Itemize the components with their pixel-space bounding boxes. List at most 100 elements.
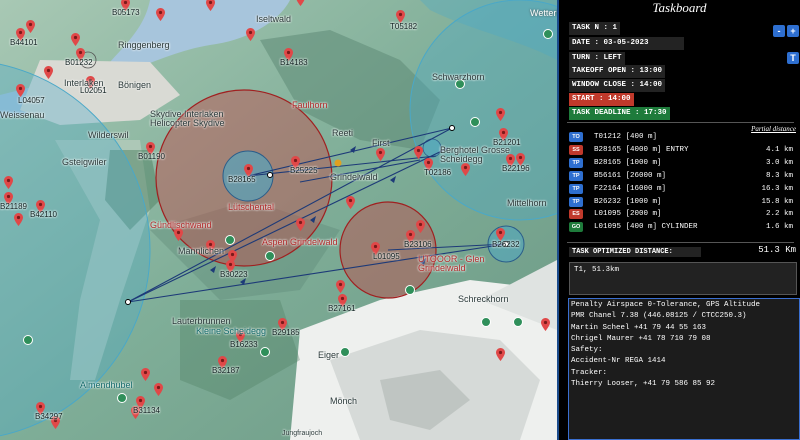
turnpoint-row: TO T01212 [400 m]: [569, 131, 797, 143]
zoom-in-button[interactable]: +: [787, 25, 799, 37]
place-label: Berghotel Grosse Scheidegg: [440, 145, 511, 164]
turnpoint-type-badge: TP: [569, 183, 583, 194]
waypoint-pin-icon[interactable]: [376, 148, 385, 161]
waypoint-pin-icon[interactable]: [416, 220, 425, 233]
waypoint-label: L04057: [18, 96, 45, 105]
place-label: Wetterhorn: [530, 8, 557, 18]
place-label: Aspen Grindelwald: [262, 237, 338, 247]
waypoint-pin-icon[interactable]: [26, 20, 35, 33]
turnpoint-name: L01095 [2000 m]: [594, 210, 662, 219]
turnpoint-type-badge: ES: [569, 209, 583, 220]
waypoint-pin-icon[interactable]: [496, 108, 505, 121]
waypoint-label: B05173: [112, 8, 140, 17]
waypoint-pin-icon[interactable]: [4, 176, 13, 189]
waypoint-label: B01232: [65, 58, 93, 67]
optimized-distance-label: TASK OPTIMIZED DISTANCE:: [569, 247, 701, 257]
place-label: Mönch: [330, 396, 358, 406]
takeoff-open: TAKEOFF OPEN : 13:00: [569, 65, 666, 78]
waypoint-pin-icon[interactable]: [44, 66, 53, 79]
note-line: Penalty Airspace 0-Tolerance, GPS Altitu…: [571, 301, 761, 309]
place-label: Wilderswil: [88, 130, 129, 140]
waypoint-pin-icon[interactable]: [206, 0, 215, 11]
task-number: TASK N : 1: [569, 22, 621, 35]
place-label: Ringgenberg: [118, 40, 170, 50]
summit-marker-icon: [225, 235, 235, 245]
optimized-distance-value: 51.3 Km: [758, 245, 796, 255]
task-map[interactable]: B05173 B01232 L04057 L02051 B14183 T0518…: [0, 0, 557, 440]
waypoint-pin-icon[interactable]: [414, 146, 423, 159]
note-line: Tracker:: [571, 368, 608, 377]
waypoint-pin-icon[interactable]: [228, 250, 237, 263]
task-turn: TURN : LEFT: [569, 52, 625, 65]
turnpoint-distance: 8.3 km: [765, 171, 793, 180]
turnpoint-row: TP F22164 [16000 m] 16.3 km: [569, 183, 797, 195]
turnpoint-row: GO L01095 [400 m] CYLINDER 1.6 km: [569, 221, 797, 233]
turnpoint-type-badge: GO: [569, 222, 583, 233]
turnpoint-row: TP B26232 [1000 m] 15.8 km: [569, 196, 797, 208]
waypoint-pin-icon[interactable]: [14, 213, 23, 226]
waypoint-pin-icon[interactable]: [461, 163, 470, 176]
turnpoint-distance: 3.0 km: [765, 158, 793, 167]
place-label: Reeti: [332, 128, 354, 138]
waypoint-label: B31134: [133, 406, 160, 415]
window-close: WINDOW CLOSE : 14:00: [569, 79, 666, 92]
turnpoint-type-badge: TO: [569, 132, 583, 142]
turnpoint-type-badge: TP: [569, 170, 583, 181]
turnpoint-distance: 2.2 km: [765, 210, 793, 219]
waypoint-pin-icon[interactable]: [496, 348, 505, 361]
waypoint-pin-icon[interactable]: [541, 318, 550, 331]
place-label: Männlichen: [178, 246, 225, 256]
place-label: UTOOOR - Glen Grindelwald: [418, 254, 485, 273]
task-notes-textarea[interactable]: Penalty Airspace 0-Tolerance, GPS Altitu…: [568, 298, 800, 440]
waypoint-label: L01095: [373, 252, 400, 261]
place-label: Almendhubel: [80, 380, 133, 390]
waypoint-label: B30223: [220, 270, 248, 279]
zoom-out-button[interactable]: -: [773, 25, 785, 37]
waypoint-pin-icon[interactable]: [296, 0, 305, 6]
summit-marker-icon: [340, 347, 350, 357]
waypoint-pin-icon[interactable]: [296, 218, 305, 231]
task-deadline: TASK DEADLINE : 17:30: [569, 107, 670, 120]
place-label: Mittelhorn: [507, 198, 547, 208]
summit-marker-icon: [543, 29, 553, 39]
waypoint-label: B25225: [290, 166, 318, 175]
place-label: Weissenau: [0, 110, 45, 120]
task-result-field[interactable]: T1, 51.3km: [569, 262, 797, 295]
turnpoint-name: B26232 [1000 m]: [594, 197, 662, 206]
turnpoint-distance: 1.6 km: [765, 223, 793, 232]
place-label: Grindelwald: [330, 172, 378, 182]
waypoint-pin-icon[interactable]: [154, 383, 163, 396]
turnpoint-row: ES L01095 [2000 m] 2.2 km: [569, 208, 797, 220]
turnpoint-distance: 4.1 km: [765, 145, 793, 154]
waypoint-pin-icon[interactable]: [141, 368, 150, 381]
task-result-text: T1, 51.3km: [574, 266, 620, 274]
waypoint-label: B01190: [138, 152, 165, 161]
place-label: Eiger: [318, 350, 340, 360]
waypoint-pin-icon[interactable]: [336, 280, 345, 293]
summit-marker-icon: [470, 117, 480, 127]
waypoint-label: B42110: [30, 210, 57, 219]
turnpoint-row: TP B56161 [26000 m] 8.3 km: [569, 170, 797, 182]
divider: [567, 122, 794, 123]
summit-marker-icon: [405, 285, 415, 295]
turnpoint-distance: 16.3 km: [761, 184, 793, 193]
waypoint-label: B16233: [230, 340, 258, 349]
place-label: Schwarzhorn: [432, 72, 485, 82]
note-line: Martin Scheel +41 79 44 55 163: [571, 323, 707, 332]
taskboard-title: Taskboard: [652, 0, 707, 15]
waypoint-label: B32187: [212, 366, 240, 375]
turnpoint-type-badge: SS: [569, 144, 583, 155]
note-line: Chrigel Maurer +41 78 710 79 08: [571, 334, 711, 343]
waypoint-pin-icon[interactable]: [346, 196, 355, 209]
turnpoint-row: TP B28165 [1000 m] 3.0 km: [569, 157, 797, 169]
waypoint-pin-icon[interactable]: [246, 28, 255, 41]
place-label: Lauterbrunnen: [172, 316, 231, 326]
waypoint-pin-icon[interactable]: [71, 33, 80, 46]
place-label: Iseltwald: [256, 14, 292, 24]
place-label: Faulhorn: [292, 100, 328, 110]
waypoint-label: B29185: [272, 328, 300, 337]
waypoint-pin-icon[interactable]: [156, 8, 165, 21]
toggle-t-button[interactable]: T: [787, 52, 799, 64]
note-line: Accident-Nr REGA 1414: [571, 357, 666, 366]
summit-marker-icon: [260, 347, 270, 357]
